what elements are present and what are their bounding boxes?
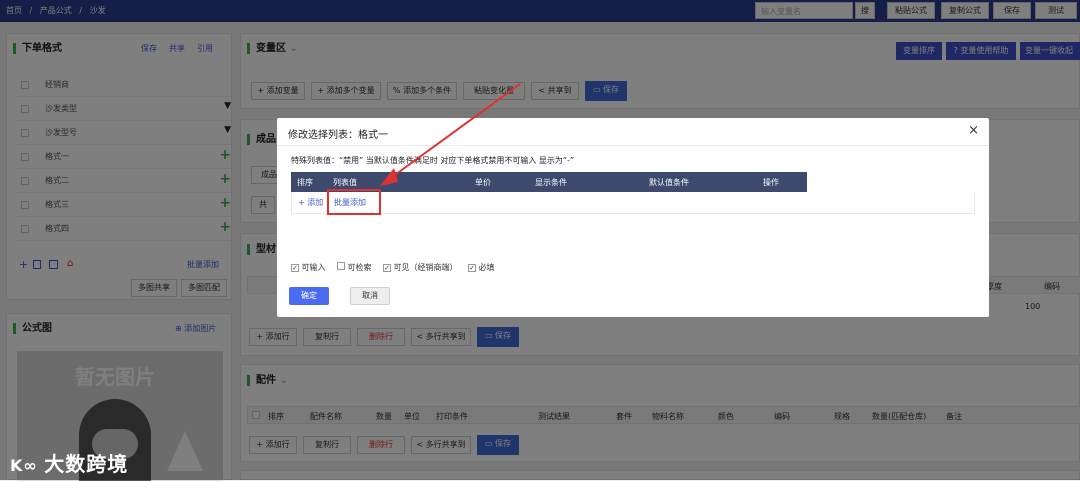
watermark-text: 大数跨境	[44, 452, 129, 476]
watermark: K∞ 大数跨境	[10, 448, 128, 477]
watermark-logo-icon: K∞	[10, 456, 45, 475]
annotation-arrow-icon	[380, 83, 521, 186]
